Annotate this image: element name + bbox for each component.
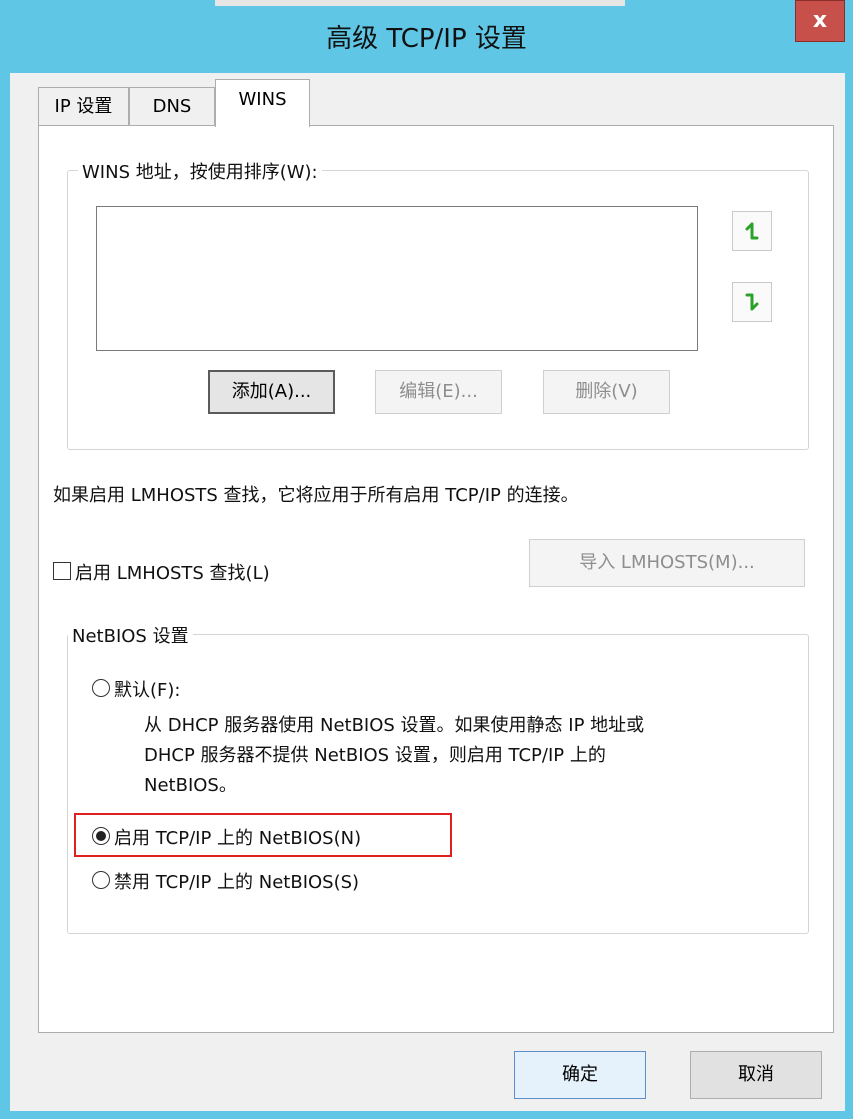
arrow-up-icon [745,222,759,240]
ok-button[interactable]: 确定 [514,1051,646,1099]
title-bar-edge [215,0,625,6]
cancel-button[interactable]: 取消 [690,1051,822,1099]
close-button[interactable]: x [795,0,845,42]
netbios-disable-radio[interactable] [92,871,110,889]
window-title: 高级 TCP/IP 设置 [326,24,527,54]
netbios-default-description-line-2: DHCP 服务器不提供 NetBIOS 设置，则启用 TCP/IP 上的 [144,745,606,766]
wins-address-group: WINS 地址，按使用排序(W): 添加(A)... 编辑(E)... 删除(V… [67,158,809,450]
netbios-disable-label[interactable]: 禁用 TCP/IP 上的 NetBIOS(S) [114,868,359,894]
netbios-settings-group: NetBIOS 设置 默认(F): 从 DHCP 服务器使用 NetBIOS 设… [67,622,809,934]
netbios-group-label: NetBIOS 设置 [68,622,193,648]
wins-tab-page: WINS 地址，按使用排序(W): 添加(A)... 编辑(E)... 删除(V… [38,125,834,1033]
dialog-client-area: IP 设置 DNS WINS WINS 地址，按使用排序(W): 添加(A)..… [10,73,845,1111]
move-down-button[interactable] [732,282,772,322]
tab-dns[interactable]: DNS [129,87,215,127]
wins-address-group-label: WINS 地址，按使用排序(W): [78,158,322,184]
edit-button[interactable]: 编辑(E)... [375,370,502,414]
advanced-tcpip-dialog: 高级 TCP/IP 设置 x IP 设置 DNS WINS WINS 地址，按使… [0,0,853,1119]
wins-address-list[interactable] [96,206,698,351]
tab-ip-settings[interactable]: IP 设置 [38,87,129,127]
enable-lmhosts-checkbox[interactable] [53,562,71,580]
arrow-down-icon [745,293,759,311]
delete-button[interactable]: 删除(V) [543,370,670,414]
netbios-default-description-line-3: NetBIOS。 [144,775,237,796]
netbios-default-label[interactable]: 默认(F): [114,676,180,702]
tab-wins[interactable]: WINS [215,79,310,127]
add-button[interactable]: 添加(A)... [208,370,335,414]
title-bar[interactable]: 高级 TCP/IP 设置 x [0,0,853,73]
netbios-default-description: 从 DHCP 服务器使用 NetBIOS 设置。如果使用静态 IP 地址或 DH… [144,711,784,801]
netbios-enable-radio[interactable] [92,827,110,845]
close-icon: x [812,8,828,33]
import-lmhosts-button[interactable]: 导入 LMHOSTS(M)... [529,539,805,587]
lmhosts-info-text: 如果启用 LMHOSTS 查找，它将应用于所有启用 TCP/IP 的连接。 [53,485,579,506]
netbios-default-radio[interactable] [92,679,110,697]
netbios-enable-label[interactable]: 启用 TCP/IP 上的 NetBIOS(N) [114,824,361,850]
move-up-button[interactable] [732,211,772,251]
enable-lmhosts-label[interactable]: 启用 LMHOSTS 查找(L) [75,559,270,585]
netbios-default-description-line-1: 从 DHCP 服务器使用 NetBIOS 设置。如果使用静态 IP 地址或 [144,715,645,736]
